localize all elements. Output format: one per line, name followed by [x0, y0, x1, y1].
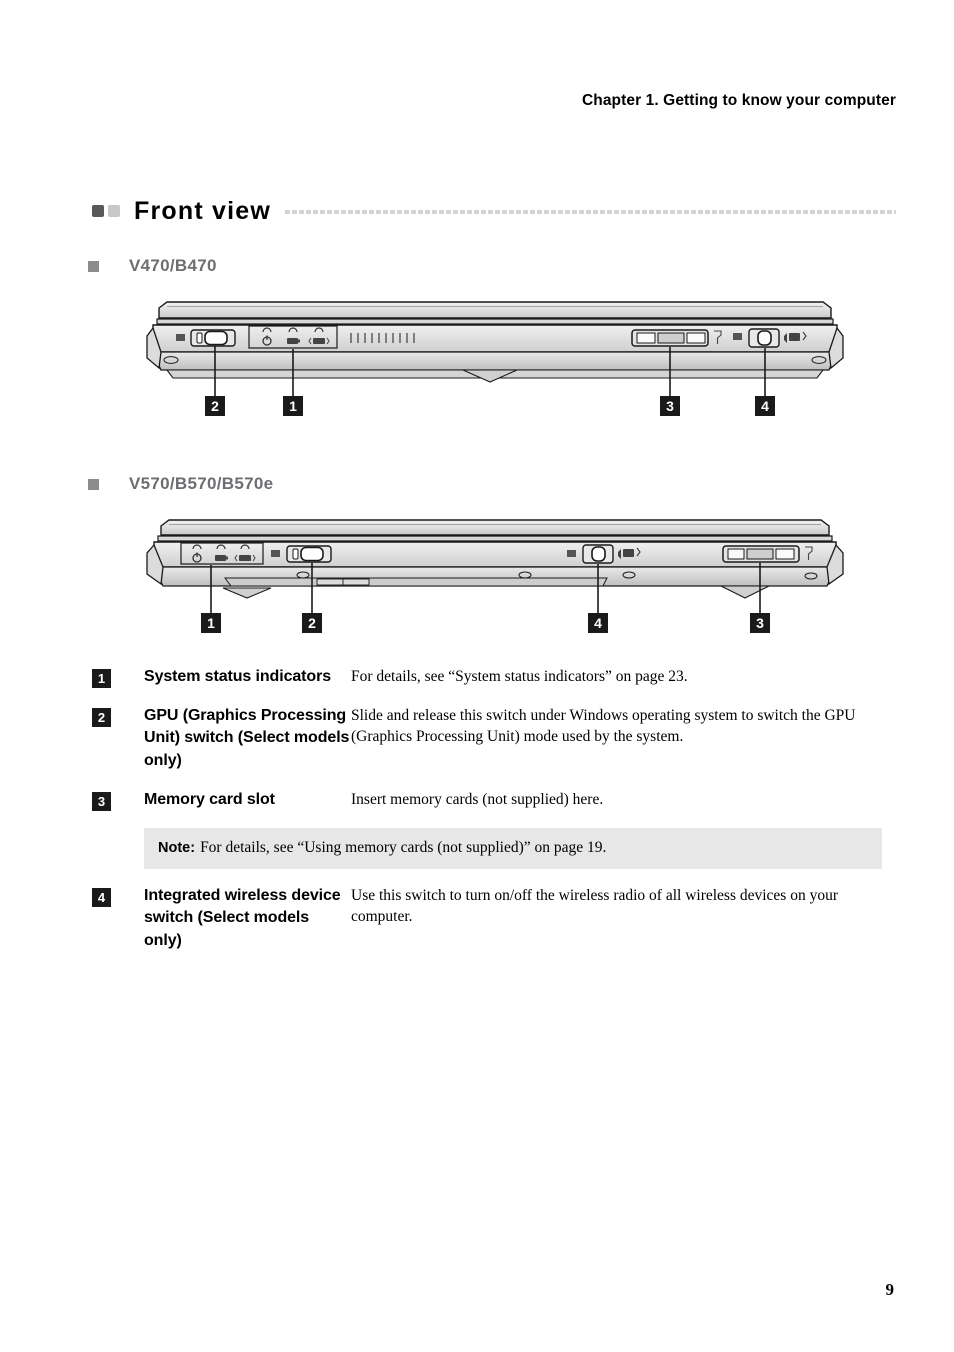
- model-heading-v470: V470/B470: [88, 256, 217, 276]
- square-bullet-icon: [88, 478, 99, 490]
- item-number-badge: 4: [92, 887, 111, 907]
- note-keyword: Note:: [158, 839, 196, 856]
- model-name-label: V470/B470: [129, 256, 217, 275]
- table-row: 2 GPU (Graphics Processing Unit) switch …: [92, 705, 882, 773]
- item-description: Insert memory cards (not supplied) here.: [351, 790, 604, 808]
- note-text: For details, see “Using memory cards (no…: [200, 838, 607, 856]
- item-label: GPU (Graphics Processing Unit) switch (S…: [144, 706, 350, 770]
- model-name-label: V570/B570/B570e: [129, 474, 274, 493]
- item-label: Integrated wireless device switch (Selec…: [144, 886, 341, 950]
- running-header: Chapter 1. Getting to know your computer: [581, 92, 896, 109]
- item-description: For details, see “System status indicato…: [351, 668, 688, 685]
- model-heading-v570: V570/B570/B570e: [88, 474, 273, 494]
- item-number-badge: 3: [92, 791, 111, 811]
- section-title-row: Front view: [92, 196, 896, 226]
- note-callout-box: Note: For details, see “Using memory card…: [144, 827, 882, 869]
- item-label: System status indicators: [144, 668, 331, 685]
- table-row: 4 Integrated wireless device switch (Sel…: [92, 885, 882, 953]
- callout-3-v570: 3: [750, 613, 770, 633]
- section-marker-light-square: [108, 205, 120, 217]
- gpu-switch-icon: [176, 334, 185, 341]
- gpu-switch-graphic: [190, 329, 236, 347]
- item-label: Memory card slot: [144, 790, 275, 808]
- callout-1-v570: 1: [201, 613, 221, 633]
- item-description: Use this switch to turn on/off the wirel…: [351, 886, 839, 925]
- callout-2-v570: 2: [302, 613, 322, 633]
- figure-front-view-v470: 2 1 3 4: [145, 300, 845, 430]
- figure-front-view-v570: 1 2 4 3: [145, 518, 845, 643]
- callout-4-v470: 4: [755, 396, 775, 416]
- item-number-badge: 1: [92, 669, 111, 688]
- page-number: 9: [885, 1280, 895, 1299]
- callout-4-v570: 4: [588, 613, 608, 633]
- item-number-badge: 2: [92, 707, 111, 727]
- page-title: Front view: [134, 196, 272, 225]
- square-bullet-icon: [88, 260, 99, 272]
- laptop-front-illustration-v470: [146, 301, 844, 396]
- item-description: Slide and release this switch under Wind…: [351, 706, 856, 745]
- feature-description-table: 1 System status indicators For details, …: [92, 666, 882, 969]
- callout-3-v470: 3: [660, 396, 680, 416]
- table-row: 1 System status indicators For details, …: [92, 666, 882, 689]
- laptop-front-illustration-v570: [146, 519, 844, 613]
- memory-card-slot-graphic: [722, 545, 813, 563]
- title-divider-rule: [285, 210, 896, 214]
- table-row: 3 Memory card slot Insert memory cards (…: [92, 789, 882, 812]
- callout-1-v470: 1: [283, 396, 303, 416]
- memory-card-slot-graphic: [631, 329, 722, 347]
- callout-2-v470: 2: [205, 396, 225, 416]
- section-marker-dark-square: [92, 205, 104, 217]
